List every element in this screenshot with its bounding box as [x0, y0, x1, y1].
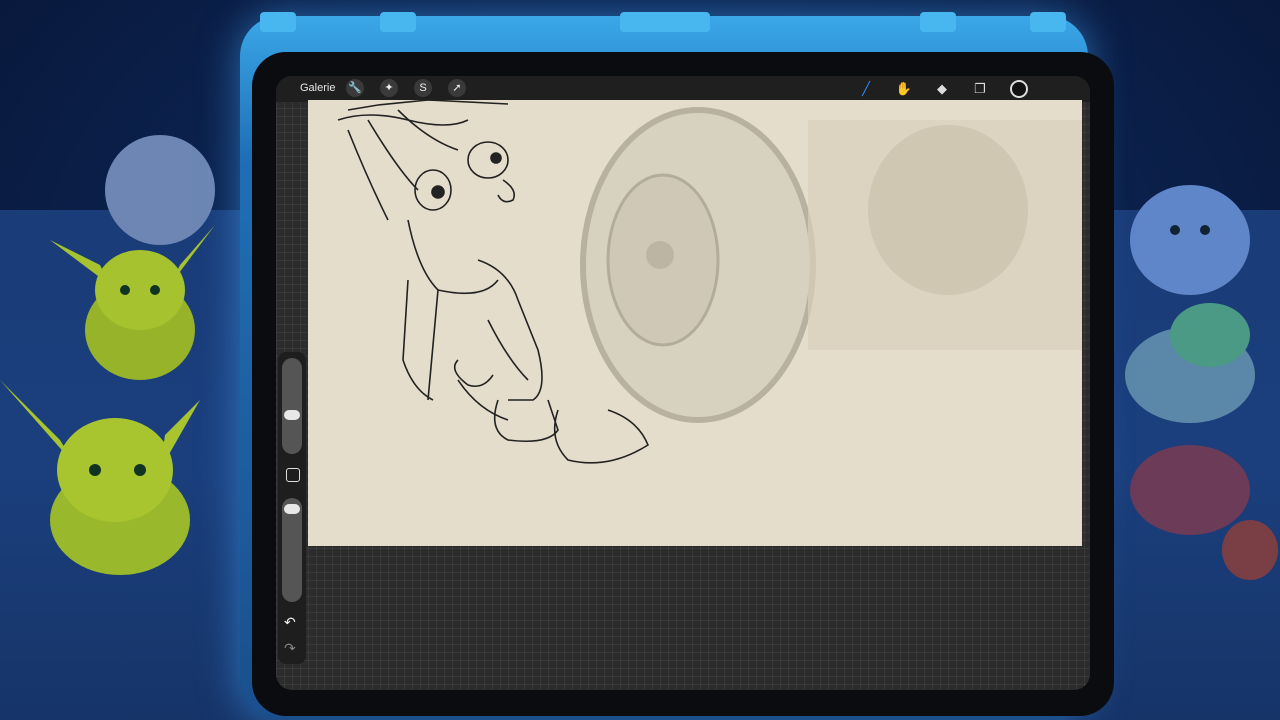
color-picker-swatch[interactable] — [1010, 80, 1028, 98]
canvas-artwork — [308, 100, 1082, 546]
redo-icon[interactable]: ↷ — [284, 640, 296, 657]
pikachu-figure-lower — [0, 380, 200, 575]
gallery-button[interactable]: Galerie — [300, 82, 335, 94]
undo-icon[interactable]: ↶ — [284, 614, 296, 631]
white-figure — [105, 135, 215, 245]
brush-size-thumb[interactable] — [284, 410, 300, 420]
bulbasaur-figure — [1125, 303, 1255, 423]
charmander-figure — [1130, 445, 1278, 580]
top-toolbar: Galerie 🔧 ✦ S ➚ ╱ ✋ ◆ ❐ — [276, 76, 1090, 102]
case-corner-tab — [260, 12, 296, 32]
squirtle-figure — [1130, 185, 1250, 295]
case-corner-tab — [620, 12, 710, 32]
modify-square-button[interactable] — [286, 468, 300, 482]
case-corner-tab — [1030, 12, 1066, 32]
magic-wand-icon[interactable]: ✦ — [380, 79, 398, 97]
smudge-icon[interactable]: ✋ — [894, 79, 914, 99]
wheel-hub — [646, 241, 674, 269]
brush-size-slider[interactable] — [282, 358, 302, 454]
left-sidebar: ↶ ↷ — [278, 352, 306, 664]
brush-icon[interactable]: ╱ — [856, 79, 876, 99]
case-corner-tab — [920, 12, 956, 32]
case-corner-tab — [380, 12, 416, 32]
transform-arrow-icon[interactable]: ➚ — [448, 79, 466, 97]
opacity-slider[interactable] — [282, 498, 302, 602]
rear-wheel — [868, 125, 1028, 295]
eraser-icon[interactable]: ◆ — [932, 79, 952, 99]
procreate-screen: Galerie 🔧 ✦ S ➚ ╱ ✋ ◆ ❐ ↶ ↷ — [276, 76, 1090, 690]
wrench-icon[interactable]: 🔧 — [346, 79, 364, 97]
opacity-thumb[interactable] — [284, 504, 300, 514]
selection-icon[interactable]: S — [414, 79, 432, 97]
layers-icon[interactable]: ❐ — [970, 79, 990, 99]
drawing-canvas[interactable] — [308, 100, 1082, 546]
